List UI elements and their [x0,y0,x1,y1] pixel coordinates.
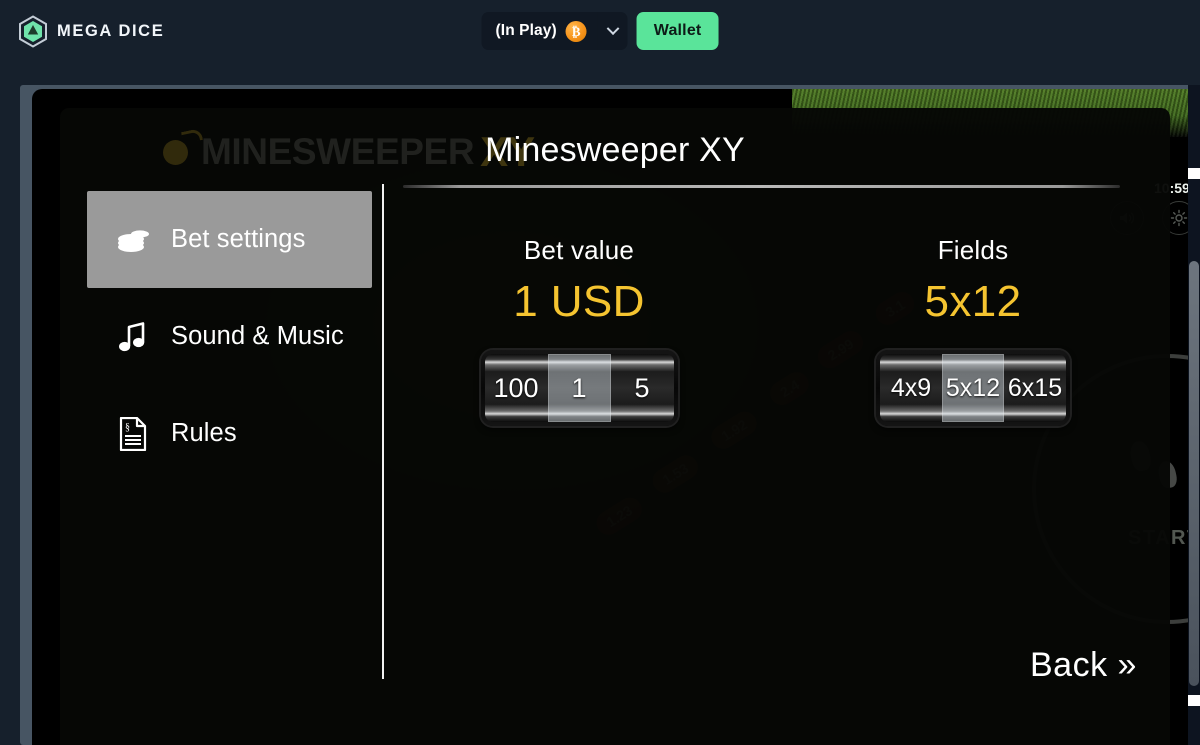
app-root: MEGA DICE (In Play) ₿ Wallet 1.23 1.53 1… [0,0,1200,745]
sidebar-item-label: Rules [171,419,237,447]
back-button[interactable]: Back » [1030,646,1137,685]
document-icon: § [115,416,151,452]
sidebar-item-label: Sound & Music [171,322,344,350]
bet-value-display: 1 USD [513,277,645,326]
title-divider [403,185,1120,188]
chevron-down-icon [606,21,620,35]
fields-option-1[interactable]: 5x12 [942,354,1004,422]
fields-option-2[interactable]: 6x15 [1004,354,1066,422]
hexagon-logo-icon [18,14,48,48]
bet-option-2[interactable]: 5 [611,354,674,422]
fields-column: Fields 5x12 4x9 5x12 6x15 [776,191,1170,691]
sidebar-item-rules[interactable]: § Rules [87,385,372,482]
brand-logo[interactable]: MEGA DICE [18,14,165,48]
bitcoin-icon: ₿ [565,20,587,42]
wallet-button[interactable]: Wallet [636,12,719,50]
top-header-bar: MEGA DICE (In Play) ₿ Wallet [0,0,1200,62]
bet-option-0[interactable]: 100 [485,354,548,422]
settings-modal: MINESWEEPER XY Minesweeper XY Bet settin… [60,108,1170,745]
bet-value-label: Bet value [523,235,635,265]
currency-dropdown-button[interactable] [597,12,628,50]
svg-text:§: § [125,422,130,433]
bet-option-1[interactable]: 1 [547,354,611,422]
in-play-label: (In Play) [495,22,557,39]
brand-name: MEGA DICE [57,21,165,40]
sidebar-item-bet-settings[interactable]: Bet settings [87,191,372,288]
coins-icon [115,222,151,258]
fields-roller[interactable]: 4x9 5x12 6x15 [876,350,1070,426]
sidebar-item-label: Bet settings [171,225,306,253]
header-center-controls: (In Play) ₿ Wallet [481,12,719,50]
bet-value-roller[interactable]: 100 1 5 [480,350,678,426]
fields-value-display: 5x12 [924,277,1022,326]
music-note-icon [115,319,151,355]
settings-main-panel: Bet value 1 USD 100 1 5 Fields 5x12 4x9 … [382,191,1170,691]
scrollbar-track-cap [1188,168,1200,179]
vertical-scrollbar[interactable] [1188,85,1200,745]
in-play-selector[interactable]: (In Play) ₿ [481,12,598,50]
sidebar-item-sound-music[interactable]: Sound & Music [87,288,372,385]
bet-value-column: Bet value 1 USD 100 1 5 [382,191,776,691]
fields-option-0[interactable]: 4x9 [880,354,942,422]
settings-sidebar: Bet settings Sound & Music § Rules [87,191,372,482]
scrollbar-track-cap [1188,695,1200,706]
page-title: Minesweeper XY [485,131,745,169]
fields-label: Fields [937,235,1009,265]
scrollbar-thumb[interactable] [1189,261,1199,686]
